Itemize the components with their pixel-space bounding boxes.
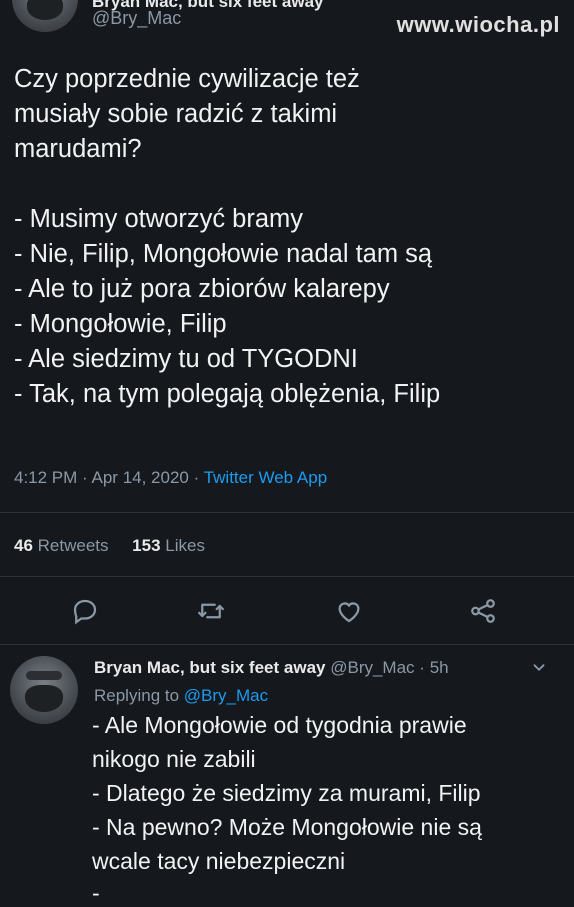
- more-menu-button[interactable]: [528, 656, 550, 678]
- reply-text-trailing: -: [92, 880, 100, 906]
- meta-separator: ·: [82, 468, 88, 487]
- tweet-actions: [0, 596, 574, 628]
- likes-stat[interactable]: 153 Likes: [132, 536, 205, 555]
- divider: [0, 644, 574, 645]
- tweet-stats: 46 Retweets 153 Likes: [14, 536, 205, 556]
- tweet-meta: 4:12 PM · Apr 14, 2020 · Twitter Web App: [14, 468, 327, 488]
- avatar-mask-detail: [26, 0, 64, 21]
- reply-text: - Ale Mongołowie od tygodnia prawie niko…: [92, 712, 482, 874]
- reply-author-name[interactable]: Bryan Mac, but six feet away: [94, 658, 325, 677]
- reply-age[interactable]: 5h: [430, 658, 449, 677]
- author-handle[interactable]: @Bry_Mac: [92, 8, 181, 29]
- reply-button[interactable]: [70, 596, 100, 626]
- avatar-mask-detail: [24, 684, 64, 712]
- tweet-date[interactable]: Apr 14, 2020: [92, 468, 189, 487]
- reply-icon: [73, 599, 97, 625]
- share-button[interactable]: [468, 596, 498, 626]
- like-button[interactable]: [334, 596, 364, 626]
- top-header: Bryan Mac, but six feet away @Bry_Mac ww…: [0, 0, 574, 40]
- share-icon: [471, 599, 495, 623]
- divider: [0, 512, 574, 513]
- divider: [0, 576, 574, 577]
- avatar-face-detail: [26, 670, 62, 681]
- meta-separator: ·: [419, 658, 425, 677]
- retweets-stat[interactable]: 46 Retweets: [14, 536, 109, 555]
- tweet-source-link[interactable]: Twitter Web App: [204, 468, 327, 487]
- reply-header: Bryan Mac, but six feet away @Bry_Mac · …: [94, 658, 449, 678]
- author-avatar[interactable]: [12, 0, 78, 32]
- replying-to-line: Replying to @Bry_Mac: [94, 686, 268, 706]
- tweet-text: Czy poprzednie cywilizacje też musiały s…: [14, 65, 441, 408]
- retweet-icon: [198, 603, 224, 619]
- site-watermark: www.wiocha.pl: [396, 12, 560, 37]
- reply-author-avatar[interactable]: [10, 656, 78, 724]
- meta-separator: ·: [193, 468, 200, 487]
- chevron-down-icon: [533, 664, 545, 672]
- replying-to-label: Replying to: [94, 686, 180, 705]
- tweet-time[interactable]: 4:12 PM: [14, 468, 77, 487]
- reply-author-handle[interactable]: @Bry_Mac: [330, 658, 414, 677]
- retweet-button[interactable]: [196, 596, 226, 626]
- heart-icon: [338, 602, 360, 623]
- replying-to-mention[interactable]: @Bry_Mac: [184, 686, 268, 705]
